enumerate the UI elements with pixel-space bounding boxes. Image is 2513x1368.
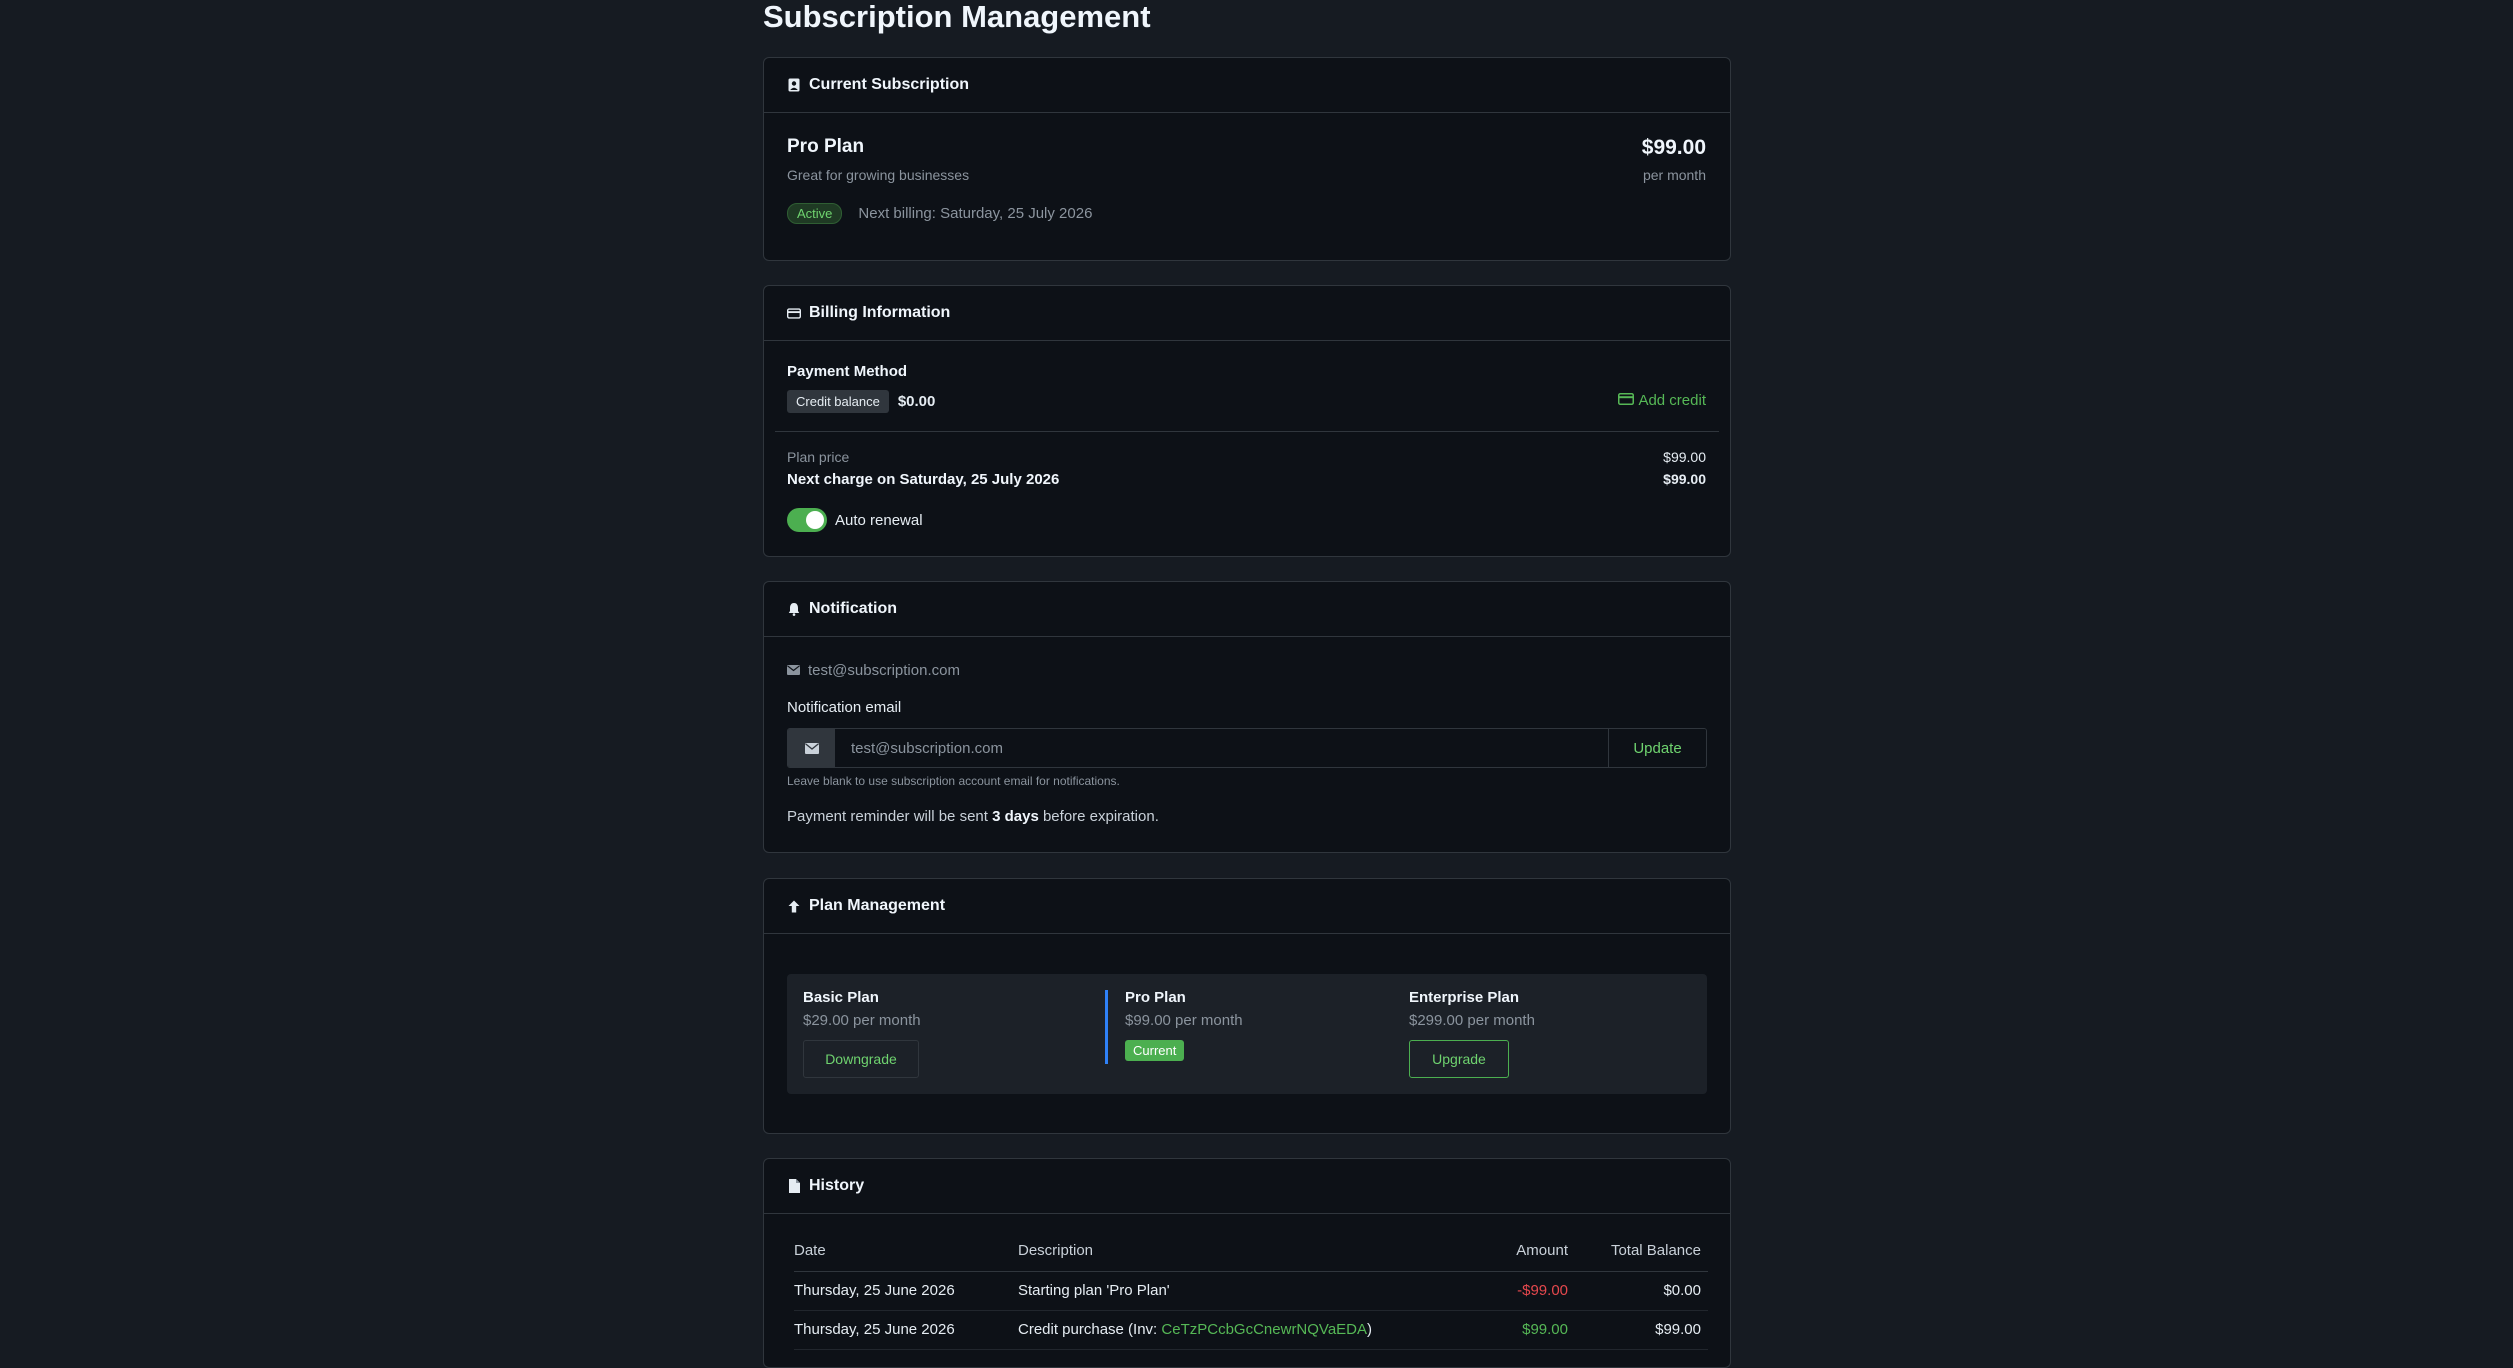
history-table-header: Date Description Amount Total Balance — [794, 1231, 1708, 1272]
plan-option-name: Basic Plan — [803, 989, 879, 1006]
plan-price-label: Plan price — [787, 449, 850, 465]
billing-header: Billing Information — [764, 286, 1730, 341]
plan-option-price: $299.00 per month — [1409, 1012, 1535, 1029]
add-credit-label: Add credit — [1638, 392, 1706, 409]
notification-card: Notification test@subscription.com Notif… — [763, 581, 1731, 853]
current-email-text: test@subscription.com — [808, 662, 960, 679]
plan-option-name: Pro Plan — [1125, 989, 1186, 1006]
downgrade-button[interactable]: Downgrade — [803, 1040, 919, 1078]
divider — [775, 431, 1719, 432]
plan-price-value: $99.00 — [1663, 449, 1706, 465]
credit-balance-value: $0.00 — [897, 393, 936, 410]
arrow-up-icon — [787, 899, 801, 913]
history-header: History — [764, 1159, 1730, 1214]
plan-options: Basic Plan $29.00 per month Downgrade Pr… — [787, 974, 1707, 1094]
next-billing-text: Next billing: Saturday, 25 July 2026 — [858, 205, 1093, 222]
credit-card-icon — [787, 306, 801, 320]
billing-card: Billing Information Payment Method Credi… — [763, 285, 1731, 557]
row-date: Thursday, 25 June 2026 — [794, 1310, 1018, 1350]
auto-renewal-toggle[interactable] — [787, 508, 827, 532]
column-description: Description — [1018, 1231, 1488, 1272]
next-charge-label: Next charge on Saturday, 25 July 2026 — [787, 471, 1060, 488]
current-plan-badge: Current — [1125, 1040, 1185, 1061]
envelope-icon — [787, 662, 800, 679]
current-subscription-title: Current Subscription — [809, 76, 970, 93]
notification-header: Notification — [764, 582, 1730, 637]
current-plan-indicator — [1105, 990, 1108, 1064]
row-description: Credit purchase (Inv: CeTzPCcbGcCnewrNQV… — [1018, 1310, 1488, 1350]
plan-option-name: Enterprise Plan — [1409, 989, 1520, 1006]
row-date: Thursday, 25 June 2026 — [794, 1271, 1018, 1311]
plan-description: Great for growing businesses — [787, 167, 970, 183]
bell-icon — [787, 602, 801, 616]
current-subscription-header: Current Subscription — [764, 58, 1730, 113]
notification-title: Notification — [809, 600, 897, 617]
upgrade-button[interactable]: Upgrade — [1409, 1040, 1509, 1078]
column-amount: Amount — [1488, 1231, 1568, 1272]
row-description-prefix: Credit purchase (Inv: — [1018, 1321, 1162, 1338]
file-icon — [787, 1179, 801, 1193]
plan-management-card: Plan Management Basic Plan $29.00 per mo… — [763, 878, 1731, 1134]
row-balance: $0.00 — [1568, 1271, 1708, 1311]
row-amount: $99.00 — [1488, 1310, 1568, 1350]
table-row: Thursday, 25 June 2026 Credit purchase (… — [794, 1310, 1708, 1350]
envelope-icon — [788, 729, 835, 767]
update-email-button[interactable]: Update — [1608, 729, 1706, 767]
plan-name: Pro Plan — [787, 136, 865, 157]
credit-balance-chip: Credit balance — [787, 390, 889, 413]
auto-renewal-label: Auto renewal — [835, 511, 923, 529]
column-total-balance: Total Balance — [1568, 1231, 1708, 1272]
history-title: History — [809, 1177, 865, 1194]
status-badge: Active — [787, 203, 843, 224]
billing-title: Billing Information — [809, 304, 951, 321]
row-amount: -$99.00 — [1488, 1271, 1568, 1311]
plan-option-price: $29.00 per month — [803, 1012, 921, 1029]
current-subscription-card: Current Subscription Pro Plan Great for … — [763, 57, 1731, 261]
notification-email-label: Notification email — [787, 699, 902, 716]
plan-option-price: $99.00 per month — [1125, 1012, 1243, 1029]
row-balance: $99.00 — [1568, 1310, 1708, 1350]
table-row: Thursday, 25 June 2026 Starting plan 'Pr… — [794, 1271, 1708, 1311]
next-charge-value: $99.00 — [1663, 471, 1706, 487]
plan-price: $99.00 — [1641, 136, 1706, 159]
add-credit-link[interactable]: Add credit — [1618, 392, 1706, 409]
credit-card-icon — [1618, 392, 1635, 409]
current-email: test@subscription.com — [787, 662, 960, 679]
row-description-suffix: ) — [1367, 1321, 1373, 1338]
plan-period: per month — [1642, 167, 1706, 183]
column-date: Date — [794, 1231, 1018, 1272]
page-title: Subscription Management — [763, 0, 1151, 34]
notification-email-input[interactable] — [835, 729, 1608, 767]
history-card: History Date Description Amount Total Ba… — [763, 1158, 1731, 1368]
plan-management-header: Plan Management — [764, 879, 1730, 934]
history-table: Date Description Amount Total Balance Th… — [794, 1231, 1708, 1350]
payment-reminder-text: Payment reminder will be sent 3 days bef… — [787, 808, 1159, 825]
reminder-suffix: before expiration. — [1038, 808, 1159, 825]
payment-method-label: Payment Method — [787, 363, 908, 380]
email-help-text: Leave blank to use subscription account … — [787, 774, 1120, 788]
row-description: Starting plan 'Pro Plan' — [1018, 1271, 1488, 1311]
reminder-prefix: Payment reminder will be sent — [787, 808, 993, 825]
invoice-link[interactable]: CeTzPCcbGcCnewrNQVaEDA — [1161, 1321, 1367, 1338]
notification-email-group: Update — [787, 728, 1707, 768]
main-container: Subscription Management Current Subscrip… — [763, 0, 1731, 1368]
user-card-icon — [787, 78, 801, 92]
reminder-days: 3 days — [992, 808, 1039, 825]
plan-management-title: Plan Management — [809, 897, 946, 914]
